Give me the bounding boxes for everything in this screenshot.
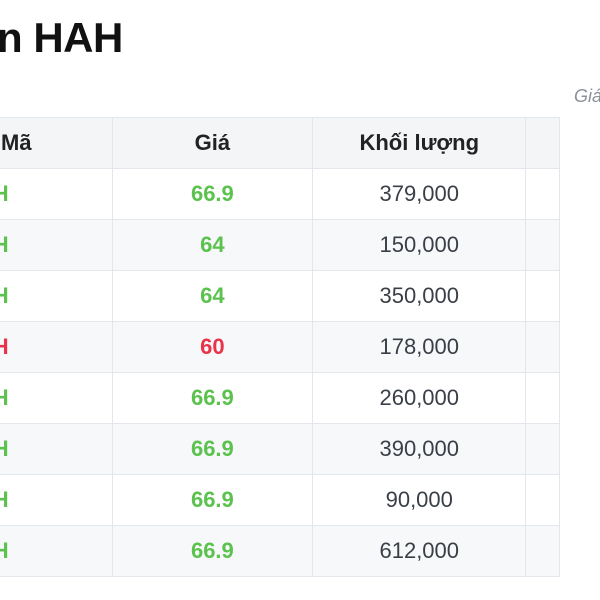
- column-header-extra: [525, 117, 560, 169]
- cell-volume: 260,000: [312, 372, 527, 424]
- cell-extra: [525, 321, 560, 373]
- table-row[interactable]: HAH66.9379,000: [0, 168, 560, 220]
- cell-volume: 612,000: [312, 525, 527, 577]
- cell-price: 66.9: [111, 372, 314, 424]
- column-header-volume[interactable]: Khối lượng: [312, 117, 527, 169]
- table-row[interactable]: HAH64150,000: [0, 219, 560, 271]
- cell-volume: 178,000: [312, 321, 527, 373]
- cell-extra: [525, 525, 560, 577]
- page: n HAH Giá Mã Giá Khối lượng HAH66.9379,0…: [0, 0, 600, 600]
- cell-code: HAH: [0, 372, 113, 424]
- cell-extra: [525, 168, 560, 220]
- cell-code: HAH: [0, 423, 113, 475]
- table-header-row: Mã Giá Khối lượng: [0, 117, 560, 169]
- cell-volume: 379,000: [312, 168, 527, 220]
- table-row[interactable]: HAH66.9612,000: [0, 525, 560, 577]
- cell-price: 66.9: [111, 423, 314, 475]
- table-row[interactable]: HAH66.9260,000: [0, 372, 560, 424]
- cell-volume: 150,000: [312, 219, 527, 271]
- cell-code: HAH: [0, 219, 113, 271]
- cell-price: 64: [111, 270, 314, 322]
- cell-extra: [525, 270, 560, 322]
- cell-price: 66.9: [111, 474, 314, 526]
- cell-code: HAH: [0, 168, 113, 220]
- cell-price: 64: [111, 219, 314, 271]
- cell-extra: [525, 423, 560, 475]
- cell-extra: [525, 372, 560, 424]
- cell-extra: [525, 219, 560, 271]
- table-row[interactable]: HAH66.9390,000: [0, 423, 560, 475]
- cell-price: 66.9: [111, 168, 314, 220]
- page-title: n HAH: [0, 14, 123, 61]
- table-row[interactable]: HAH64350,000: [0, 270, 560, 322]
- cell-code: HAH: [0, 474, 113, 526]
- cell-volume: 350,000: [312, 270, 527, 322]
- price-unit-note: Giá: [574, 86, 600, 106]
- column-header-code[interactable]: Mã: [0, 117, 113, 169]
- column-header-price[interactable]: Giá: [111, 117, 314, 169]
- table-row[interactable]: HAH66.990,000: [0, 474, 560, 526]
- cell-price: 60: [111, 321, 314, 373]
- trade-table: Mã Giá Khối lượng HAH66.9379,000HAH64150…: [0, 117, 560, 577]
- cell-extra: [525, 474, 560, 526]
- cell-volume: 90,000: [312, 474, 527, 526]
- cell-volume: 390,000: [312, 423, 527, 475]
- table-row[interactable]: HAH60178,000: [0, 321, 560, 373]
- cell-code: HAH: [0, 321, 113, 373]
- cell-code: HAH: [0, 525, 113, 577]
- cell-code: HAH: [0, 270, 113, 322]
- cell-price: 66.9: [111, 525, 314, 577]
